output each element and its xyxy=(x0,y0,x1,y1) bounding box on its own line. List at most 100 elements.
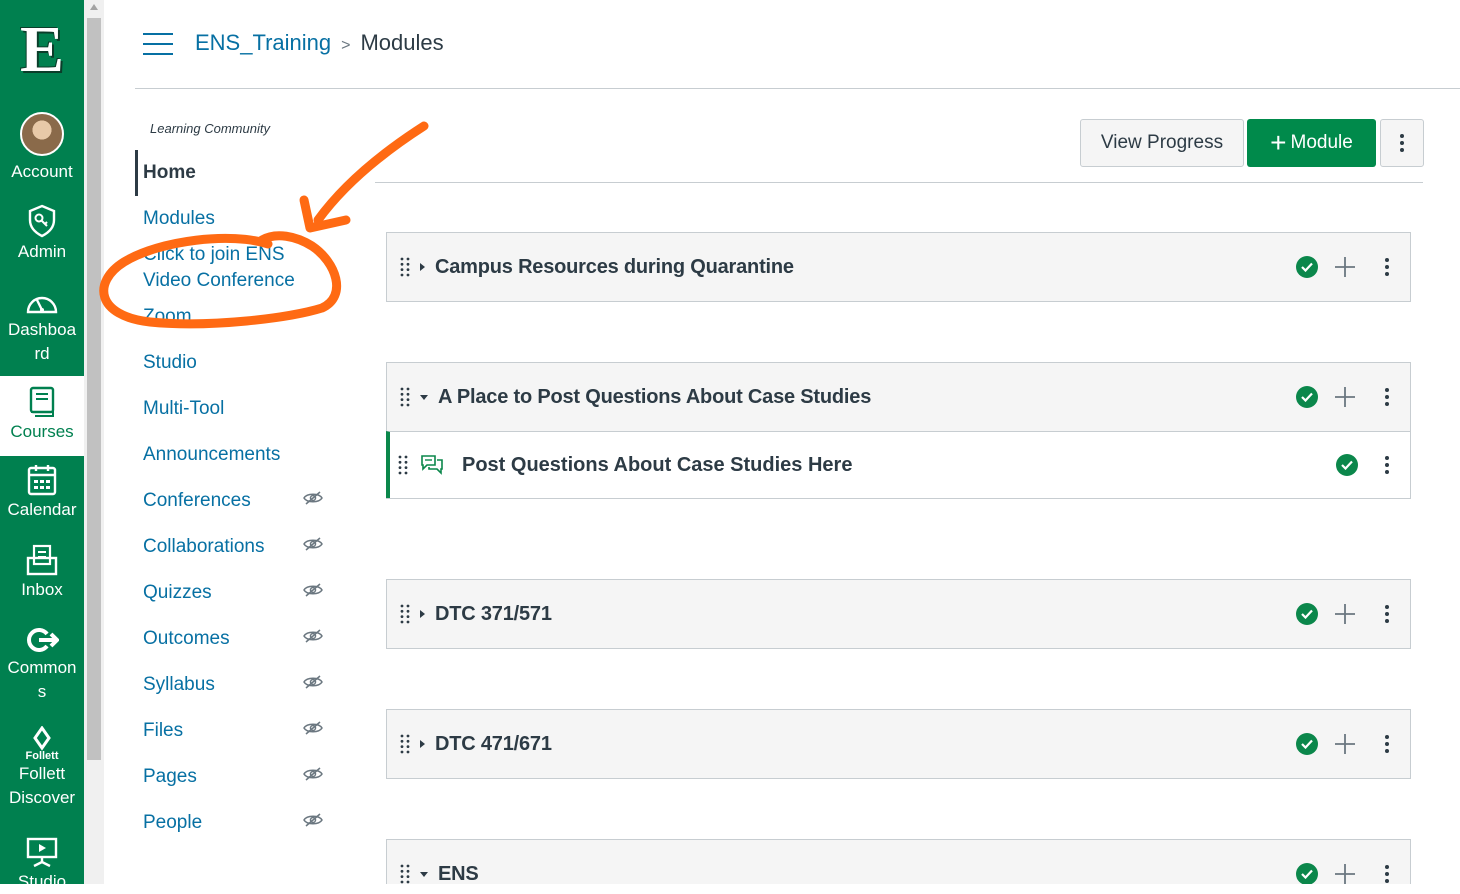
shield-key-icon xyxy=(28,204,56,238)
course-nav-syllabus[interactable]: Syllabus xyxy=(135,662,345,708)
hidden-eye-icon xyxy=(303,583,323,597)
studio-icon xyxy=(26,837,58,868)
label-line-1: Click to join ENS xyxy=(143,244,285,265)
module-header[interactable]: DTC 471/671 xyxy=(387,710,1410,778)
module-header[interactable]: Campus Resources during Quarantine xyxy=(387,233,1410,301)
vertical-scrollbar[interactable] xyxy=(84,0,104,884)
module-title[interactable]: DTC 371/571 xyxy=(435,603,552,626)
global-nav-follett[interactable]: Follett Follett Discover xyxy=(0,726,84,810)
course-nav-collaborations[interactable]: Collaborations xyxy=(135,524,345,570)
module-actions xyxy=(1296,840,1390,884)
course-nav-label: Modules xyxy=(143,208,215,229)
course-nav-studio[interactable]: Studio xyxy=(135,340,345,386)
module-title[interactable]: DTC 471/671 xyxy=(435,733,552,756)
add-item-plus-icon[interactable] xyxy=(1332,601,1358,627)
course-nav-multi-tool[interactable]: Multi-Tool xyxy=(135,386,345,432)
module-header[interactable]: A Place to Post Questions About Case Stu… xyxy=(387,363,1410,431)
drag-handle-icon[interactable] xyxy=(400,604,410,624)
module-item-title[interactable]: Post Questions About Case Studies Here xyxy=(462,454,852,477)
button-label: Module xyxy=(1290,132,1353,153)
module-actions xyxy=(1296,580,1390,648)
kebab-menu-icon[interactable] xyxy=(1384,257,1390,277)
published-check-icon[interactable] xyxy=(1296,386,1318,408)
kebab-menu-icon[interactable] xyxy=(1384,734,1390,754)
published-check-icon[interactable] xyxy=(1296,256,1318,278)
module-header[interactable]: DTC 371/571 xyxy=(387,580,1410,648)
module-title[interactable]: Campus Resources during Quarantine xyxy=(435,256,794,279)
kebab-menu-icon[interactable] xyxy=(1384,387,1390,407)
module-dtc-471: DTC 471/671 xyxy=(386,709,1411,779)
course-nav-announcements[interactable]: Announcements xyxy=(135,432,345,478)
drag-handle-icon[interactable] xyxy=(400,734,410,754)
course-nav-conferences[interactable]: Conferences xyxy=(135,478,345,524)
global-nav-commons[interactable]: Common s xyxy=(0,626,84,704)
add-item-plus-icon[interactable] xyxy=(1332,384,1358,410)
course-nav-zoom[interactable]: Zoom xyxy=(135,294,345,340)
book-icon xyxy=(29,386,55,417)
view-progress-button[interactable]: View Progress xyxy=(1080,119,1244,167)
collapse-toggle-icon[interactable] xyxy=(420,263,425,271)
scroll-up-icon[interactable] xyxy=(90,4,98,10)
course-nav-people[interactable]: People xyxy=(135,800,345,846)
course-nav-modules[interactable]: Modules xyxy=(135,196,345,242)
university-logo[interactable]: E xyxy=(0,0,84,100)
course-nav-files[interactable]: Files xyxy=(135,708,345,754)
calendar-icon xyxy=(27,465,57,496)
more-options-button[interactable] xyxy=(1380,119,1424,167)
course-nav-label: Studio xyxy=(143,352,197,373)
module-ens: ENS xyxy=(386,839,1411,884)
global-nav-account[interactable]: Account xyxy=(0,112,84,184)
global-nav-courses[interactable]: Courses xyxy=(0,376,84,456)
course-nav-quizzes[interactable]: Quizzes xyxy=(135,570,345,616)
module-actions xyxy=(1296,363,1390,431)
hidden-eye-icon xyxy=(303,537,323,551)
scrollbar-thumb[interactable] xyxy=(87,18,101,760)
global-nav-calendar[interactable]: Calendar xyxy=(0,464,84,522)
course-nav-label: Quizzes xyxy=(143,582,212,603)
module-title[interactable]: A Place to Post Questions About Case Stu… xyxy=(438,386,871,409)
hamburger-menu-icon[interactable] xyxy=(143,33,173,55)
module-campus-resources: Campus Resources during Quarantine xyxy=(386,232,1411,302)
add-item-plus-icon[interactable] xyxy=(1332,254,1358,280)
kebab-menu-icon[interactable] xyxy=(1384,864,1390,884)
collapse-toggle-icon[interactable] xyxy=(420,871,428,877)
global-nav-inbox[interactable]: Inbox xyxy=(0,544,84,602)
module-title[interactable]: ENS xyxy=(438,863,479,885)
kebab-menu-icon[interactable] xyxy=(1384,604,1390,624)
avatar xyxy=(20,112,64,156)
published-check-icon[interactable] xyxy=(1296,603,1318,625)
plus-icon: + xyxy=(1270,127,1287,158)
add-item-plus-icon[interactable] xyxy=(1332,731,1358,757)
drag-handle-icon[interactable] xyxy=(400,864,410,884)
drag-handle-icon[interactable] xyxy=(398,455,408,475)
course-nav-label: Outcomes xyxy=(143,628,230,649)
hidden-eye-icon xyxy=(303,767,323,781)
global-nav-admin[interactable]: Admin xyxy=(0,204,84,264)
course-nav-outcomes[interactable]: Outcomes xyxy=(135,616,345,662)
breadcrumb-course-link[interactable]: ENS_Training xyxy=(195,30,331,55)
published-check-icon[interactable] xyxy=(1296,733,1318,755)
hidden-eye-icon xyxy=(303,491,323,505)
published-check-icon[interactable] xyxy=(1296,863,1318,884)
breadcrumb-current: Modules xyxy=(360,30,444,55)
hidden-eye-icon xyxy=(303,675,323,689)
module-header[interactable]: ENS xyxy=(387,840,1410,884)
course-nav-home[interactable]: Home xyxy=(135,150,345,196)
add-module-button[interactable]: + Module xyxy=(1247,119,1376,167)
add-item-plus-icon[interactable] xyxy=(1332,861,1358,884)
course-nav-pages[interactable]: Pages xyxy=(135,754,345,800)
course-nav-video-conference[interactable]: Click to join ENS Video Conference xyxy=(135,242,345,294)
global-nav-studio[interactable]: Studio xyxy=(0,836,84,894)
published-check-icon[interactable] xyxy=(1336,454,1358,476)
collapse-toggle-icon[interactable] xyxy=(420,610,425,618)
global-nav-dashboard[interactable]: Dashboa rd xyxy=(0,288,84,366)
drag-handle-icon[interactable] xyxy=(400,257,410,277)
hidden-eye-icon xyxy=(303,629,323,643)
drag-handle-icon[interactable] xyxy=(400,387,410,407)
collapse-toggle-icon[interactable] xyxy=(420,394,428,400)
collapse-toggle-icon[interactable] xyxy=(420,740,425,748)
breadcrumb-separator: > xyxy=(341,37,351,54)
commons-arrow-icon xyxy=(27,628,59,652)
module-actions xyxy=(1296,710,1390,778)
kebab-menu-icon[interactable] xyxy=(1384,455,1390,475)
